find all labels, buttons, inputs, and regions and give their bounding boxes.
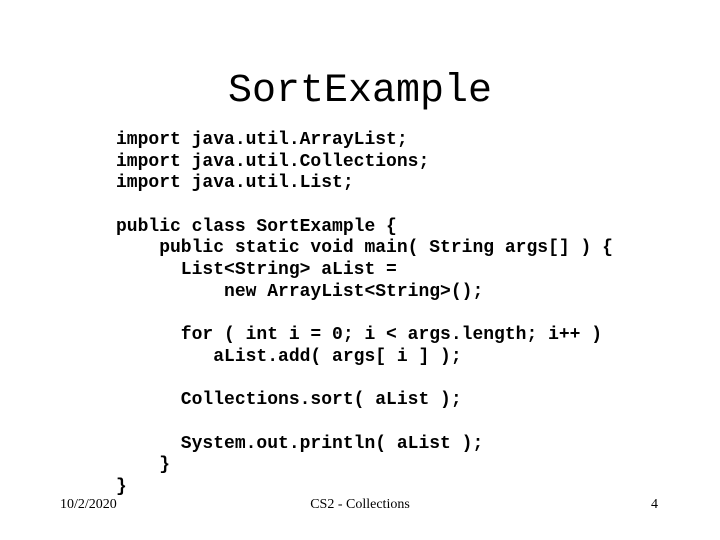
slide: SortExample import java.util.ArrayList; i…: [0, 0, 720, 540]
code-block: import java.util.ArrayList; import java.u…: [116, 130, 613, 499]
footer-title: CS2 - Collections: [310, 497, 410, 512]
code-line: new ArrayList<String>();: [116, 281, 484, 302]
code-line: System.out.println( aList );: [116, 433, 484, 454]
code-line: public static void main( String args[] )…: [116, 238, 613, 259]
code-line: }: [116, 455, 171, 476]
code-line: public class SortExample {: [116, 216, 397, 237]
code-line: aList.add( args[ i ] );: [116, 346, 462, 367]
code-line: import java.util.ArrayList;: [116, 130, 408, 150]
code-line: List<String> aList =: [116, 260, 397, 281]
code-line: Collections.sort( aList );: [116, 390, 462, 411]
code-line: for ( int i = 0; i < args.length; i++ ): [116, 325, 603, 346]
code-line: import java.util.Collections;: [116, 151, 430, 172]
code-line: import java.util.List;: [116, 173, 354, 194]
slide-title: SortExample: [227, 69, 493, 114]
page-number: 4: [651, 497, 658, 512]
